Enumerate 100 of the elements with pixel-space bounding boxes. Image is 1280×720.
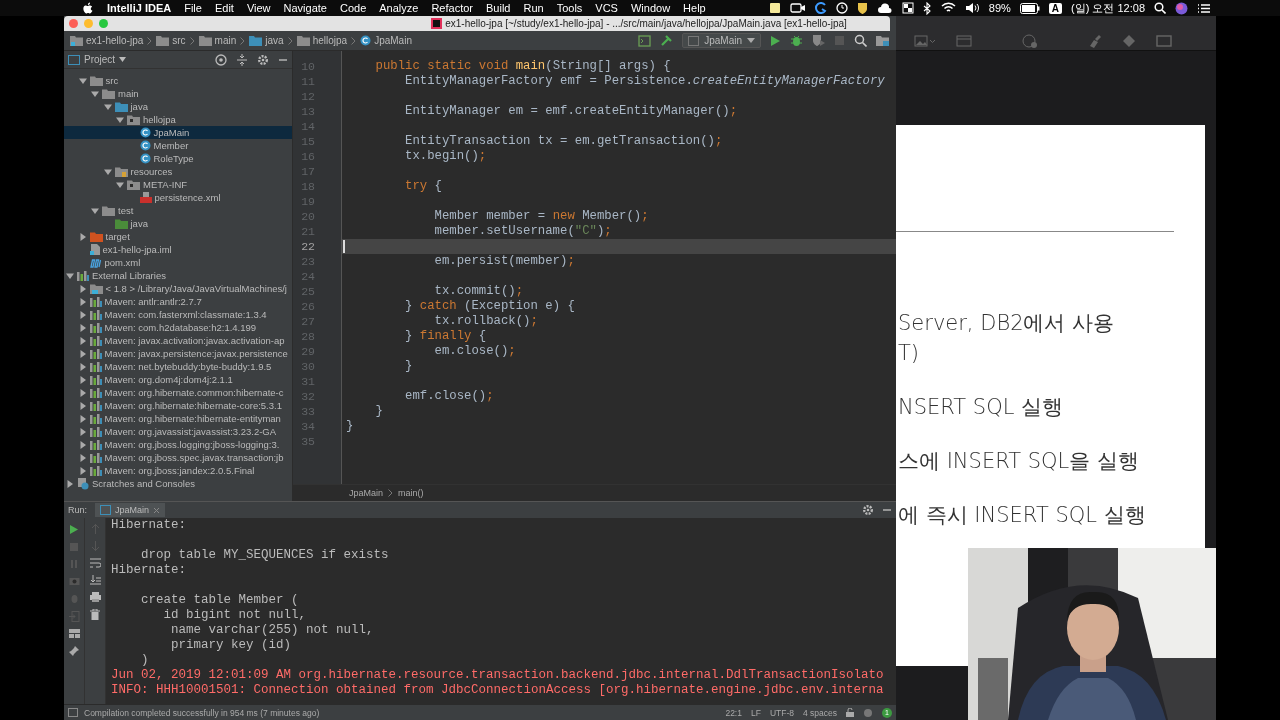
- menu-item[interactable]: Tools: [556, 2, 583, 14]
- wifi-icon[interactable]: [940, 2, 956, 14]
- tree-item[interactable]: Maven: net.bytebuddy:byte-buddy:1.9.5: [64, 360, 292, 373]
- collapse-icon[interactable]: [236, 53, 248, 66]
- expand-arrow-icon[interactable]: [116, 180, 124, 189]
- app-menu[interactable]: IntelliJ IDEA: [107, 2, 172, 14]
- indent-selector[interactable]: 4 spaces: [802, 707, 837, 718]
- tree-item[interactable]: Maven: org.hibernate:hibernate-entityman: [64, 412, 292, 425]
- tree-item[interactable]: Maven: com.fasterxml:classmate:1.3.4: [64, 308, 292, 321]
- expand-arrow-icon[interactable]: [78, 232, 87, 241]
- tree-item[interactable]: persistence.xml: [64, 191, 292, 204]
- breadcrumb[interactable]: main(): [398, 488, 424, 498]
- tree-item[interactable]: src: [64, 74, 292, 87]
- volume-icon[interactable]: [964, 2, 980, 14]
- run-icon[interactable]: [69, 524, 79, 535]
- shield-icon[interactable]: [856, 1, 868, 15]
- menu-item[interactable]: VCS: [595, 2, 618, 14]
- breadcrumb[interactable]: main: [198, 35, 237, 46]
- tree-item[interactable]: java: [64, 100, 292, 113]
- run-configuration-dropdown[interactable]: JpaMain: [682, 33, 761, 48]
- menu-item[interactable]: Code: [339, 2, 367, 14]
- tree-item[interactable]: JpaMain: [64, 126, 292, 139]
- breadcrumb[interactable]: JpaMain: [360, 35, 412, 46]
- line-separator-selector[interactable]: LF: [750, 707, 761, 718]
- tree-item[interactable]: Maven: javax.activation:javax.activation-ap: [64, 334, 292, 347]
- expand-arrow-icon[interactable]: [78, 440, 87, 449]
- encoding-selector[interactable]: UTF-8: [769, 707, 794, 718]
- diamond-icon[interactable]: [1122, 33, 1136, 48]
- breadcrumb[interactable]: java: [249, 35, 284, 46]
- cloud-icon[interactable]: [876, 2, 893, 14]
- menu-icon[interactable]: [1197, 2, 1210, 14]
- expand-arrow-icon[interactable]: [78, 362, 87, 371]
- expand-arrow-icon[interactable]: [78, 349, 87, 358]
- debug-icon[interactable]: [790, 34, 803, 47]
- breadcrumb[interactable]: ex1-hello-jpa: [70, 35, 144, 46]
- tree-item[interactable]: Maven: org.hibernate.common:hibernate-c: [64, 386, 292, 399]
- tree-item[interactable]: main: [64, 87, 292, 100]
- tree-item[interactable]: test: [64, 204, 292, 217]
- breadcrumb[interactable]: hellojpa: [296, 35, 348, 46]
- camera-icon[interactable]: [789, 2, 806, 14]
- tree-item[interactable]: Scratches and Consoles: [64, 477, 292, 490]
- expand-arrow-icon[interactable]: [78, 401, 87, 410]
- project-structure-icon[interactable]: [876, 34, 890, 47]
- panel-title-dropdown[interactable]: Project: [68, 54, 127, 65]
- print-icon[interactable]: [89, 592, 101, 602]
- tree-item[interactable]: < 1.8 > /Library/Java/JavaVirtualMachines/j: [64, 282, 292, 295]
- tree-item[interactable]: pom.xml: [64, 256, 292, 269]
- run-icon[interactable]: [770, 34, 781, 47]
- tree-item[interactable]: hellojpa: [64, 113, 292, 126]
- soft-wrap-icon[interactable]: [89, 558, 101, 568]
- expand-arrow-icon[interactable]: [78, 284, 87, 293]
- input-source-indicator[interactable]: A: [1048, 2, 1063, 14]
- expand-arrow-icon[interactable]: [78, 297, 87, 306]
- target-icon[interactable]: [215, 53, 227, 66]
- menu-item[interactable]: Run: [523, 2, 544, 14]
- expand-arrow-icon[interactable]: [78, 414, 87, 423]
- search-icon[interactable]: [854, 34, 867, 47]
- search-icon[interactable]: [1154, 2, 1166, 14]
- menu-item[interactable]: File: [184, 2, 202, 14]
- coverage-icon[interactable]: [812, 34, 825, 47]
- tree-item[interactable]: Maven: com.h2database:h2:1.4.199: [64, 321, 292, 334]
- expand-arrow-icon[interactable]: [78, 323, 87, 332]
- layout-icon[interactable]: [68, 629, 80, 639]
- expand-arrow-icon[interactable]: [78, 76, 87, 85]
- expand-arrow-icon[interactable]: [66, 271, 74, 280]
- panel-toggle-icon[interactable]: [68, 708, 78, 717]
- apple-icon[interactable]: [82, 1, 94, 15]
- scroll-to-end-icon[interactable]: [89, 575, 101, 585]
- siri-icon[interactable]: [1175, 1, 1188, 15]
- breadcrumb[interactable]: JpaMain: [349, 488, 384, 498]
- expand-arrow-icon[interactable]: [66, 479, 74, 488]
- tree-item[interactable]: Maven: org.jboss.logging:jboss-logging:3.: [64, 438, 292, 451]
- menu-item[interactable]: Window: [630, 2, 671, 14]
- settings-icon[interactable]: [257, 53, 269, 66]
- menu-item[interactable]: Refactor: [431, 2, 473, 14]
- code-editor[interactable]: [293, 51, 896, 501]
- tree-item[interactable]: Maven: org.jboss.spec.javax.transaction:jb: [64, 451, 292, 464]
- expand-arrow-icon[interactable]: [78, 336, 87, 345]
- tree-item[interactable]: Maven: antlr:antlr:2.7.7: [64, 295, 292, 308]
- tree-item[interactable]: resources: [64, 165, 292, 178]
- tree-item[interactable]: Maven: javax.persistence:javax.persistence: [64, 347, 292, 360]
- pin-icon[interactable]: [69, 646, 79, 657]
- breadcrumb[interactable]: src: [156, 35, 186, 46]
- expand-arrow-icon[interactable]: [78, 375, 87, 384]
- expand-arrow-icon[interactable]: [78, 427, 87, 436]
- expand-arrow-icon[interactable]: [78, 310, 87, 319]
- menu-item[interactable]: View: [246, 2, 271, 14]
- tree-item[interactable]: Member: [64, 139, 292, 152]
- battery-icon[interactable]: [1019, 2, 1040, 14]
- tree-item[interactable]: Maven: org.javassist:javassist:3.23.2-GA: [64, 425, 292, 438]
- lock-icon[interactable]: [846, 708, 854, 717]
- tree-item[interactable]: target: [64, 230, 292, 243]
- swirl-icon[interactable]: [814, 2, 827, 14]
- expand-arrow-icon[interactable]: [78, 466, 87, 475]
- tree-item[interactable]: ex1-hello-jpa.iml: [64, 243, 292, 256]
- trash-icon[interactable]: [90, 609, 100, 620]
- menu-item[interactable]: Edit: [214, 2, 234, 14]
- bluetooth-icon[interactable]: [922, 1, 932, 15]
- menu-bar-clock[interactable]: (일) 오전 12:08: [1071, 0, 1145, 16]
- tree-item[interactable]: java: [64, 217, 292, 230]
